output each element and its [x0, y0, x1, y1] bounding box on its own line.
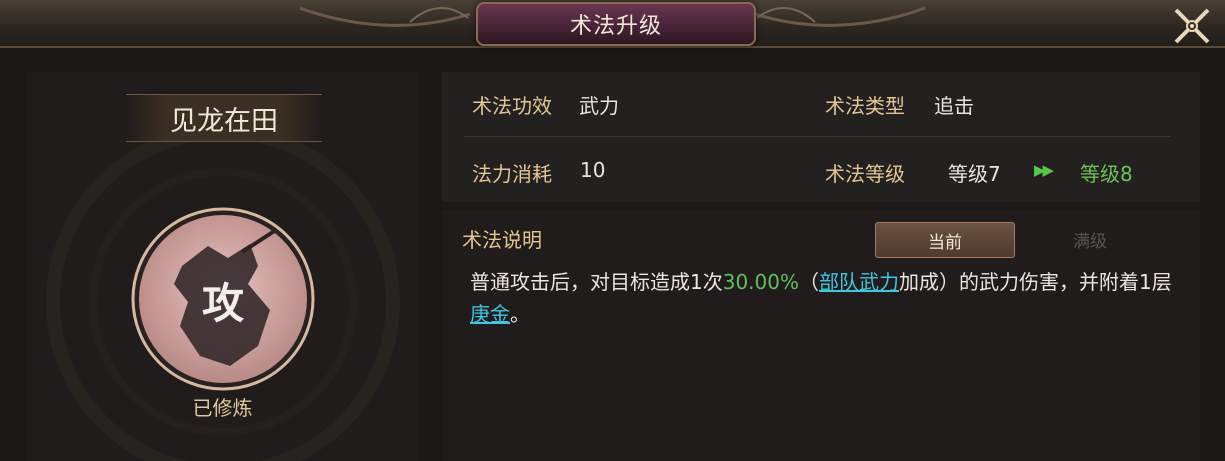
close-icon: [1174, 8, 1210, 44]
keyword-link-troop-force[interactable]: 部队武力: [819, 270, 899, 294]
dialog-title: 术法升级: [476, 2, 756, 46]
desc-paren-open: （: [799, 270, 819, 294]
desc-text-middle: 加成）的武力伤害，并附着1层: [899, 270, 1172, 294]
double-chevron-right-icon: ▶▶: [1034, 161, 1054, 179]
description-title: 术法说明: [462, 228, 542, 252]
effect-label: 术法功效: [472, 94, 552, 118]
skill-panel: 见龙在田 攻 已修炼: [26, 72, 419, 461]
tab-max-level[interactable]: 满级: [1038, 222, 1142, 256]
level-label: 术法等级: [825, 162, 905, 186]
level-next: 等级8: [1080, 162, 1133, 186]
skill-icon[interactable]: 攻: [130, 206, 316, 392]
cost-value: 10: [580, 158, 606, 182]
cost-label: 法力消耗: [472, 162, 552, 186]
desc-text-before: 普通攻击后，对目标造成1次: [470, 270, 723, 294]
level-current: 等级7: [948, 162, 1001, 186]
desc-text-end: 。: [510, 302, 530, 326]
info-divider: [464, 136, 1170, 137]
desc-percent: 30.00%: [722, 270, 799, 294]
type-label: 术法类型: [825, 94, 905, 118]
keyword-link-gengjin[interactable]: 庚金: [470, 302, 510, 326]
close-button[interactable]: [1168, 6, 1216, 46]
top-bar: 术法升级: [0, 0, 1225, 48]
effect-value: 武力: [579, 94, 619, 118]
skill-icon-char: 攻: [202, 279, 245, 328]
description-text: 普通攻击后，对目标造成1次30.00%（部队武力加成）的武力伤害，并附着1层庚金…: [470, 266, 1180, 330]
tab-current[interactable]: 当前: [875, 222, 1015, 258]
skill-name: 见龙在田: [126, 94, 322, 142]
attack-skill-icon: 攻: [131, 207, 315, 391]
type-value: 追击: [934, 94, 974, 118]
skill-status: 已修炼: [192, 396, 253, 420]
